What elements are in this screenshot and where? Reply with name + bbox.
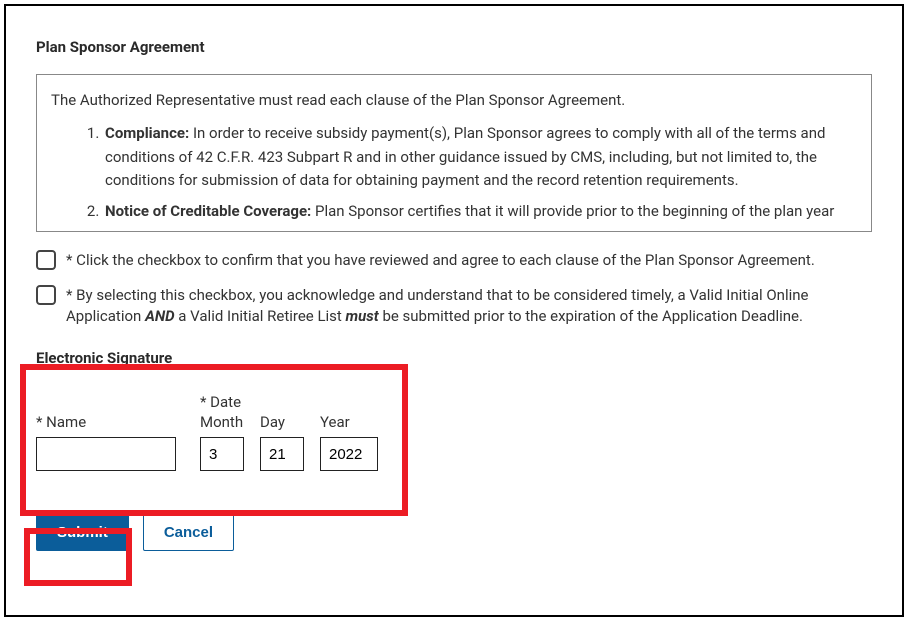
year-input[interactable] xyxy=(320,437,378,471)
name-input[interactable] xyxy=(36,437,176,471)
name-label: * Name xyxy=(36,413,176,431)
electronic-signature-section: Electronic Signature * Name * Date Month… xyxy=(36,349,872,483)
clause-1-title: Compliance: xyxy=(105,124,189,142)
timely-ack-p2: a Valid Initial Retiree List xyxy=(175,307,346,325)
clause-2-body: Plan Sponsor certifies that it will prov… xyxy=(311,202,834,220)
button-row: Submit Cancel xyxy=(36,513,872,551)
date-group: Month Day Year xyxy=(200,411,378,471)
electronic-signature-title: Electronic Signature xyxy=(36,349,872,367)
name-field-col: * Name xyxy=(36,413,176,471)
month-input[interactable] xyxy=(200,437,244,471)
agreement-clause-list: Compliance: In order to receive subsidy … xyxy=(51,122,857,223)
confirm-review-row: * Click the checkbox to confirm that you… xyxy=(36,250,872,271)
confirm-review-label: * Click the checkbox to confirm that you… xyxy=(66,250,872,271)
form-container: Plan Sponsor Agreement The Authorized Re… xyxy=(4,4,904,617)
submit-button[interactable]: Submit xyxy=(36,513,129,551)
confirm-review-checkbox[interactable] xyxy=(36,250,56,270)
date-field-col: * Date Month Day Year xyxy=(200,393,378,471)
day-label: Day xyxy=(260,413,304,431)
agreement-scroll-pane[interactable]: The Authorized Representative must read … xyxy=(36,74,872,232)
cancel-button[interactable]: Cancel xyxy=(143,513,234,551)
day-input[interactable] xyxy=(260,437,304,471)
clause-1-body: In order to receive subsidy payment(s), … xyxy=(105,124,825,189)
timely-ack-checkbox[interactable] xyxy=(36,285,56,305)
page-title: Plan Sponsor Agreement xyxy=(36,38,872,56)
day-col: Day xyxy=(260,411,304,471)
timely-ack-must: must xyxy=(346,307,379,325)
date-label: * Date xyxy=(200,393,378,411)
month-col: Month xyxy=(200,411,244,471)
agreement-clause-1: Compliance: In order to receive subsidy … xyxy=(103,122,857,192)
agreement-clause-2: Notice of Creditable Coverage: Plan Spon… xyxy=(103,200,857,223)
year-col: Year xyxy=(320,411,378,471)
electronic-signature-fields: * Name * Date Month Day Year xyxy=(36,393,872,471)
month-label: Month xyxy=(200,413,244,431)
year-label: Year xyxy=(320,413,378,431)
timely-ack-and: AND xyxy=(145,307,175,325)
timely-ack-label: * By selecting this checkbox, you acknow… xyxy=(66,285,872,327)
timely-ack-row: * By selecting this checkbox, you acknow… xyxy=(36,285,872,327)
timely-ack-p3: be submitted prior to the expiration of … xyxy=(379,307,803,325)
agreement-intro: The Authorized Representative must read … xyxy=(51,89,857,112)
clause-2-title: Notice of Creditable Coverage: xyxy=(105,202,311,220)
